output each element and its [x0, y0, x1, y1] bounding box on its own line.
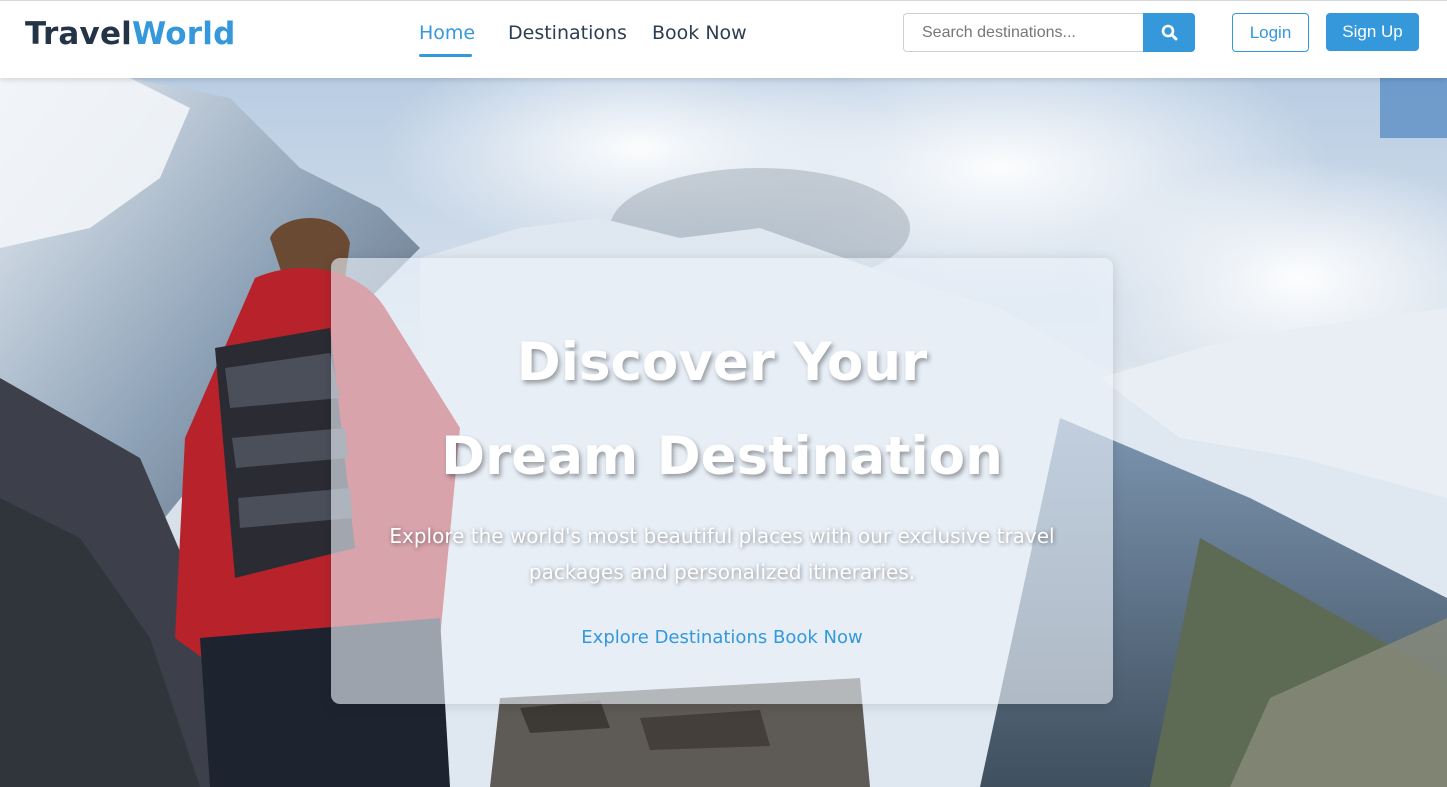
search-icon — [1161, 24, 1177, 41]
search-input[interactable] — [903, 13, 1144, 52]
nav-link-book-now[interactable]: Book Now — [652, 21, 747, 45]
nav-link-destinations[interactable]: Destinations — [508, 21, 627, 45]
nav-active-indicator — [419, 21, 472, 61]
brand-logo[interactable]: TravelWorld — [25, 15, 236, 53]
explore-destinations-link[interactable]: Explore Destinations — [581, 627, 767, 648]
hero-cta-links: Explore Destinations Book Now — [331, 626, 1113, 650]
brand-name-part2: World — [132, 16, 236, 52]
login-button[interactable]: Login — [1232, 13, 1309, 52]
brand-name-part1: Travel — [25, 16, 133, 52]
search-button[interactable] — [1143, 13, 1195, 52]
book-now-link[interactable]: Book Now — [773, 627, 863, 648]
hero-section: Discover Your Dream Destination Explore … — [0, 78, 1447, 787]
hero-card: Discover Your Dream Destination Explore … — [331, 258, 1113, 704]
site-header: TravelWorld Home Destinations Book Now L… — [0, 0, 1447, 78]
hero-title: Discover Your Dream Destination — [441, 332, 1003, 487]
signup-button[interactable]: Sign Up — [1326, 13, 1419, 51]
hero-subtitle: Explore the world's most beautiful place… — [389, 524, 1055, 584]
